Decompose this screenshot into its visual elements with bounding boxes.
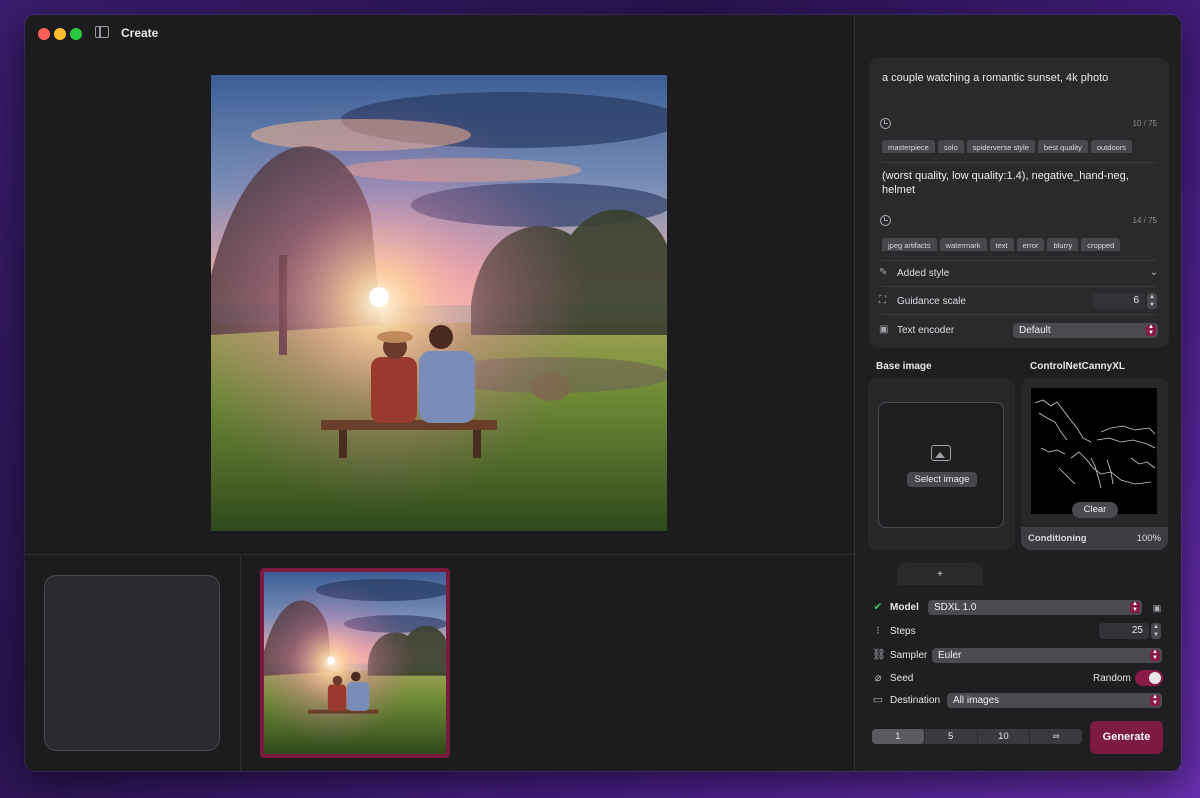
model-settings-icon[interactable]: ▣ (1151, 602, 1163, 614)
window-title: Create (121, 26, 159, 40)
conditioning-label: Conditioning (1028, 533, 1087, 544)
zoom-window-button[interactable] (70, 28, 82, 40)
app-window: Create a couple watching a romantic suns… (25, 15, 1181, 771)
brush-icon: ✎ (879, 267, 888, 278)
row-separator (882, 286, 1156, 287)
thumbnail-divider (25, 554, 854, 555)
settings-panel: a couple watching a romantic sunset, 4k … (854, 15, 1181, 771)
seed-label: Seed (890, 673, 914, 684)
prompt-card: a couple watching a romantic sunset, 4k … (869, 58, 1169, 348)
positive-tag[interactable]: solo (937, 140, 964, 153)
close-window-button[interactable] (38, 28, 50, 40)
batch-count-control: 1 5 10 ∞ (872, 729, 1082, 744)
prompt-separator-2 (882, 260, 1156, 261)
prompt-separator (882, 162, 1156, 163)
thumbnail-vertical-divider (240, 555, 241, 771)
batch-option[interactable]: 1 (872, 729, 924, 744)
batch-option[interactable]: 5 (923, 729, 977, 744)
clear-button[interactable]: Clear (1072, 502, 1118, 518)
positive-tag[interactable]: outdoors (1090, 140, 1133, 153)
positive-tag[interactable]: best quality (1037, 140, 1088, 153)
photo-icon (931, 445, 951, 461)
minimize-window-button[interactable] (54, 28, 66, 40)
negative-prompt-input[interactable]: (worst quality, low quality:1.4), negati… (882, 169, 1152, 197)
seed-icon: ⌀ (874, 672, 882, 684)
guidance-scale-label: Guidance scale (897, 296, 966, 307)
guidance-icon: ⛶ (879, 295, 886, 306)
negative-history-icon[interactable] (880, 215, 891, 226)
batch-option[interactable]: 10 (976, 729, 1030, 744)
batch-option[interactable]: ∞ (1029, 729, 1082, 744)
model-select[interactable]: SDXL 1.0 ▲ ▼ (928, 600, 1142, 615)
model-label: Model (890, 602, 919, 613)
random-label: Random (1093, 673, 1131, 684)
added-style-label: Added style (897, 268, 950, 279)
generated-image (211, 75, 667, 531)
row-separator-2 (882, 314, 1156, 315)
steps-field[interactable]: 25 (1099, 623, 1149, 639)
checkmark-circle-icon: ✔ (873, 601, 883, 613)
negative-tag[interactable]: watermark (939, 238, 987, 251)
sampler-value: Euler (938, 650, 962, 661)
sampler-icon: ⛓ (872, 649, 886, 661)
positive-prompt-input[interactable]: a couple watching a romantic sunset, 4k … (882, 71, 1156, 85)
destination-label: Destination (890, 695, 941, 706)
negative-tag[interactable]: cropped (1081, 238, 1121, 251)
text-encoder-label: Text encoder (897, 325, 955, 336)
select-image-button[interactable]: Select image (907, 472, 977, 487)
negative-tag[interactable]: error (1016, 238, 1045, 251)
steps-stepper[interactable]: ▲ ▼ (1151, 623, 1161, 639)
negative-tag-list: jpeg artifacts watermark text error blurry cr… (882, 235, 1162, 251)
negative-tag[interactable]: text (989, 238, 1014, 251)
add-controlnet-button[interactable]: + (897, 563, 983, 585)
chevron-updown-icon: ▲ ▼ (1146, 324, 1156, 336)
chevron-updown-icon: ▲ ▼ (1150, 649, 1160, 661)
text-encoder-select[interactable]: Default ▲ ▼ (1013, 323, 1158, 338)
negative-tag[interactable]: jpeg artifacts (882, 238, 937, 251)
chevron-updown-icon: ▲ ▼ (1130, 601, 1140, 613)
chevron-updown-icon: ▲ ▼ (1150, 694, 1160, 706)
positive-tag-list: masterpiece solo spiderverse style best qua… (882, 137, 1162, 153)
empty-image-slot[interactable] (44, 575, 220, 751)
sampler-select[interactable]: Euler ▲ ▼ (932, 648, 1162, 663)
canny-edge-image (1031, 388, 1157, 514)
generate-button[interactable]: Generate (1090, 721, 1163, 754)
model-value: SDXL 1.0 (934, 602, 977, 613)
positive-tag[interactable]: spiderverse style (966, 140, 1035, 153)
chevron-down-icon: ⌄ (1149, 267, 1158, 278)
guidance-scale-field[interactable]: 6 (1093, 293, 1145, 309)
positive-token-counter: 10 / 75 (1132, 119, 1157, 128)
footsteps-icon: ⁝ (876, 625, 880, 637)
conditioning-slider[interactable]: Conditioning 100% (1021, 527, 1168, 550)
guidance-stepper[interactable]: ▲ ▼ (1147, 293, 1157, 309)
sidebar-toggle-icon[interactable] (95, 26, 109, 38)
random-seed-toggle[interactable] (1135, 670, 1163, 686)
base-image-card: Select image (868, 378, 1015, 550)
base-image-dropzone[interactable]: Select image (878, 402, 1004, 528)
controlnet-card: Clear Conditioning 100% (1021, 378, 1168, 550)
base-image-label: Base image (876, 361, 932, 372)
destination-value: All images (953, 695, 1000, 706)
history-icon[interactable] (880, 118, 891, 129)
text-encoder-value: Default (1019, 325, 1051, 336)
steps-label: Steps (890, 626, 916, 637)
positive-tag[interactable]: masterpiece (882, 140, 935, 153)
negative-tag[interactable]: blurry (1047, 238, 1079, 251)
title-bar: Create (25, 15, 854, 51)
negative-token-counter: 14 / 75 (1132, 216, 1157, 225)
selected-thumbnail[interactable] (260, 568, 450, 758)
destination-select[interactable]: All images ▲ ▼ (947, 693, 1162, 708)
folder-icon: ▭ (872, 694, 884, 706)
controlnet-label: ControlNetCannyXL (1030, 361, 1125, 372)
sampler-label: Sampler (890, 650, 928, 661)
text-encoder-icon: ▣ (879, 324, 889, 335)
conditioning-value: 100% (1136, 533, 1161, 544)
